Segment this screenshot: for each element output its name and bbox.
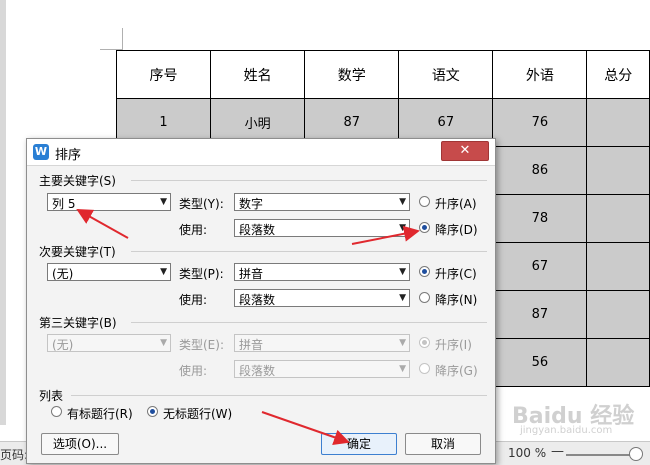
select-value: 拼音 [239,338,264,352]
table-cell[interactable] [586,146,650,195]
primary-column-select[interactable]: 列 5 ▼ [47,193,171,211]
table-cell[interactable] [586,290,650,339]
select-value: 段落数 [239,293,276,307]
secondary-key-label: 次要关键字(T) [39,245,116,259]
table-cell[interactable]: 86 [492,146,588,195]
divider [131,251,487,252]
divider [71,395,487,396]
table-header-cell[interactable]: 外语 [492,50,588,99]
chevron-down-icon: ▼ [160,338,167,348]
cancel-button[interactable]: 取消 [405,433,481,455]
table-header-row: 序号 姓名 数学 语文 外语 总分 [115,50,650,99]
chevron-down-icon: ▼ [399,197,406,207]
chevron-down-icon: ▼ [160,267,167,277]
select-value: 数字 [239,197,264,211]
margin-marker [122,28,123,50]
select-value: (无) [52,267,74,281]
zoom-slider-track[interactable] [566,454,638,456]
zoom-slider-thumb[interactable] [629,447,643,461]
table-cell[interactable]: 56 [492,338,588,387]
watermark-url: jingyan.baidu.com [520,425,613,436]
no-header-row-radio[interactable]: 无标题行(W) [147,405,239,421]
secondary-type-select[interactable]: 拼音 ▼ [234,263,410,281]
page-shadow [0,0,6,425]
table-cell[interactable] [586,194,650,243]
table-header-cell[interactable]: 序号 [115,50,212,99]
table-cell[interactable] [586,98,650,147]
dialog-title: 排序 [55,148,82,163]
select-value: 列 5 [52,197,76,211]
secondary-descending-radio[interactable]: 降序(N) [419,291,489,307]
options-button[interactable]: 选项(O)... [41,433,119,455]
chevron-down-icon: ▼ [399,223,406,233]
ok-button[interactable]: 确定 [321,433,397,455]
table-header-cell[interactable]: 语文 [398,50,494,99]
radio-label: 有标题行(R) [67,407,133,421]
chevron-down-icon: ▼ [399,267,406,277]
table-cell[interactable]: 67 [492,242,588,291]
tertiary-use-select: 段落数 ▼ [234,360,410,378]
tertiary-descending-radio: 降序(G) [419,362,489,378]
radio-circle [419,363,430,374]
close-button[interactable]: ✕ [441,141,489,161]
primary-ascending-radio[interactable]: 升序(A) [419,195,489,211]
tertiary-type-label: 类型(E): [179,338,224,352]
chevron-down-icon: ▼ [399,364,406,374]
radio-label: 升序(A) [435,197,477,211]
chevron-down-icon: ▼ [399,338,406,348]
sort-dialog: W 排序 ✕ 主要关键字(S) 列 5 ▼ 类型(Y): 数字 ▼ 升序(A) … [26,138,496,464]
radio-label: 降序(N) [435,293,478,307]
dialog-titlebar[interactable]: W 排序 ✕ [27,139,495,166]
tertiary-key-label: 第三关键字(B) [39,316,117,330]
secondary-type-label: 类型(P): [179,267,224,281]
divider [131,322,487,323]
tertiary-type-select: 拼音 ▼ [234,334,410,352]
list-section-label: 列表 [39,389,64,403]
primary-type-select[interactable]: 数字 ▼ [234,193,410,211]
table-header-cell[interactable]: 姓名 [210,50,306,99]
radio-label: 降序(D) [435,223,478,237]
divider [131,180,487,181]
primary-use-label: 使用: [179,223,208,237]
primary-use-select[interactable]: 段落数 ▼ [234,219,410,237]
table-cell[interactable] [586,338,650,387]
zoom-level[interactable]: 100 % [508,446,546,460]
table-cell[interactable]: 78 [492,194,588,243]
chevron-down-icon: ▼ [160,197,167,207]
radio-circle [419,196,430,207]
secondary-use-select[interactable]: 段落数 ▼ [234,289,410,307]
radio-circle [419,337,430,348]
radio-circle [51,406,62,417]
radio-circle [147,406,158,417]
select-value: 段落数 [239,364,276,378]
select-value: 拼音 [239,267,264,281]
primary-key-label: 主要关键字(S) [39,174,116,188]
select-value: 段落数 [239,223,276,237]
radio-label: 升序(C) [435,267,477,281]
radio-circle [419,266,430,277]
radio-circle [419,222,430,233]
secondary-use-label: 使用: [179,293,208,307]
tertiary-ascending-radio: 升序(I) [419,336,489,352]
radio-label: 无标题行(W) [163,407,233,421]
wps-writer-icon: W [33,144,49,160]
radio-label: 降序(G) [435,364,478,378]
table-cell[interactable] [586,242,650,291]
primary-descending-radio[interactable]: 降序(D) [419,221,489,237]
secondary-column-select[interactable]: (无) ▼ [47,263,171,281]
radio-label: 升序(I) [435,338,472,352]
chevron-down-icon: ▼ [399,293,406,303]
select-value: (无) [52,338,74,352]
zoom-out-button[interactable]: — [551,444,564,459]
primary-type-label: 类型(Y): [179,197,224,211]
table-cell[interactable]: 87 [492,290,588,339]
tertiary-column-select: (无) ▼ [47,334,171,352]
table-header-cell[interactable]: 总分 [586,50,650,99]
table-header-cell[interactable]: 数学 [304,50,400,99]
table-cell[interactable]: 76 [492,98,588,147]
radio-circle [419,292,430,303]
tertiary-use-label: 使用: [179,364,208,378]
has-header-row-radio[interactable]: 有标题行(R) [51,405,143,421]
secondary-ascending-radio[interactable]: 升序(C) [419,265,489,281]
